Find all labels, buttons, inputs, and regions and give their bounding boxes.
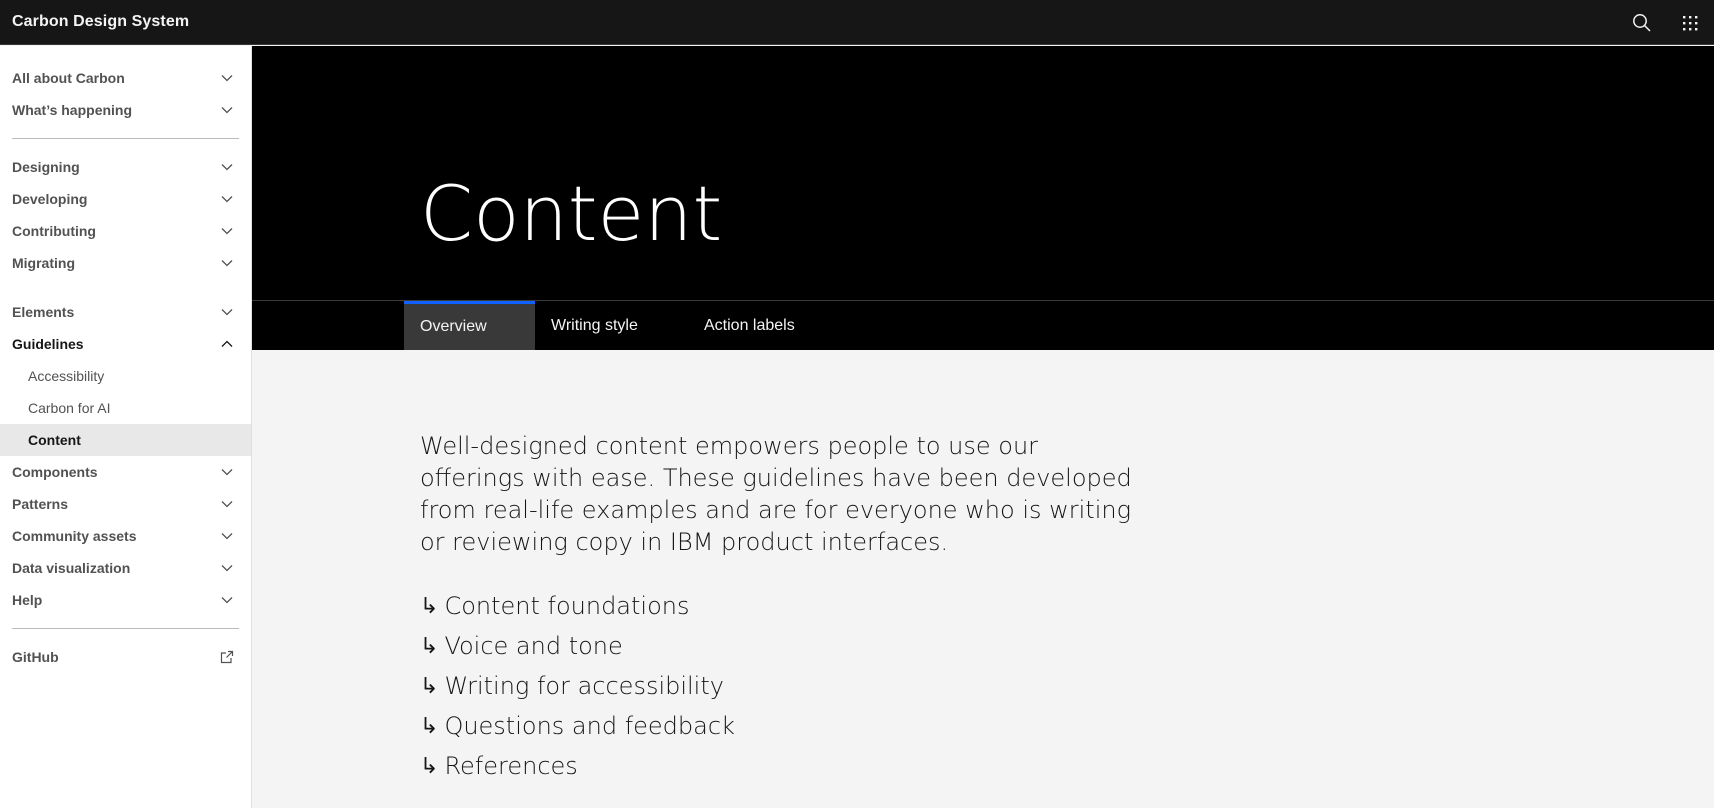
arrow-icon: ↳ — [420, 593, 439, 619]
search-button[interactable] — [1618, 0, 1666, 45]
page-title: Content — [420, 169, 723, 258]
page-hero: Content — [252, 46, 1714, 301]
chevron-down-icon — [219, 560, 235, 576]
anchor-link-voice-and-tone[interactable]: ↳ Voice and tone — [420, 626, 735, 666]
side-nav: All about Carbon What’s happening Design… — [0, 46, 252, 808]
anchor-link-references[interactable]: ↳ References — [420, 746, 735, 786]
chevron-down-icon — [219, 70, 235, 86]
search-icon — [1633, 13, 1651, 32]
external-link-icon — [219, 649, 235, 665]
sidebar-item-contributing[interactable]: Contributing — [0, 215, 251, 247]
sidebar-item-guidelines[interactable]: Guidelines — [0, 328, 251, 360]
nav-divider — [12, 138, 239, 139]
sidebar-item-data-visualization[interactable]: Data visualization — [0, 552, 251, 584]
anchor-link-writing-for-accessibility[interactable]: ↳ Writing for accessibility — [420, 666, 735, 706]
lead-paragraph: Well-designed content empowers people to… — [420, 432, 1132, 556]
main-content: Well-designed content empowers people to… — [252, 350, 1714, 808]
tab-action-labels[interactable]: Action labels — [688, 301, 838, 350]
sidebar-subitem-accessibility[interactable]: Accessibility — [0, 360, 251, 392]
arrow-icon: ↳ — [420, 673, 439, 699]
sidebar-item-elements[interactable]: Elements — [0, 296, 251, 328]
nav-divider — [12, 628, 239, 629]
site-title[interactable]: Carbon Design System — [0, 13, 189, 31]
nav-group-process: Designing Developing Contributing Migrat… — [0, 151, 251, 279]
sidebar-item-components[interactable]: Components — [0, 456, 251, 488]
sidebar-item-community-assets[interactable]: Community assets — [0, 520, 251, 552]
anchor-link-questions-and-feedback[interactable]: ↳ Questions and feedback — [420, 706, 735, 746]
chevron-down-icon — [219, 592, 235, 608]
chevron-down-icon — [219, 304, 235, 320]
sidebar-item-patterns[interactable]: Patterns — [0, 488, 251, 520]
app-switcher-button[interactable] — [1666, 0, 1714, 45]
chevron-down-icon — [219, 255, 235, 271]
chevron-down-icon — [219, 464, 235, 480]
sidebar-subitem-content[interactable]: Content — [0, 424, 251, 456]
tab-overview[interactable]: Overview — [404, 301, 535, 350]
arrow-icon: ↳ — [420, 633, 439, 659]
sidebar-item-all-about-carbon[interactable]: All about Carbon — [0, 62, 251, 94]
arrow-icon: ↳ — [420, 753, 439, 779]
sidebar-item-migrating[interactable]: Migrating — [0, 247, 251, 279]
sidebar-item-whats-happening[interactable]: What’s happening — [0, 94, 251, 126]
nav-group-about: All about Carbon What’s happening — [0, 62, 251, 126]
chevron-up-icon — [219, 336, 235, 352]
arrow-icon: ↳ — [420, 713, 439, 739]
header-actions — [1618, 0, 1714, 44]
nav-group-library: Elements Guidelines Accessibility Carbon… — [0, 296, 251, 616]
page-tabs: Overview Writing style Action labels — [252, 301, 1714, 350]
top-header: Carbon Design System — [0, 0, 1714, 45]
app-grid-icon — [1683, 15, 1698, 30]
chevron-down-icon — [219, 496, 235, 512]
sidebar-item-developing[interactable]: Developing — [0, 183, 251, 215]
tab-writing-style[interactable]: Writing style — [535, 301, 688, 350]
chevron-down-icon — [219, 223, 235, 239]
sidebar-item-github[interactable]: GitHub — [0, 641, 251, 673]
anchor-links: ↳ Content foundations ↳ Voice and tone ↳ Wr… — [420, 586, 735, 786]
chevron-down-icon — [219, 191, 235, 207]
anchor-link-content-foundations[interactable]: ↳ Content foundations — [420, 586, 735, 626]
sidebar-item-designing[interactable]: Designing — [0, 151, 251, 183]
sidebar-item-help[interactable]: Help — [0, 584, 251, 616]
chevron-down-icon — [219, 102, 235, 118]
sidebar-subitem-carbon-for-ai[interactable]: Carbon for AI — [0, 392, 251, 424]
chevron-down-icon — [219, 528, 235, 544]
chevron-down-icon — [219, 159, 235, 175]
